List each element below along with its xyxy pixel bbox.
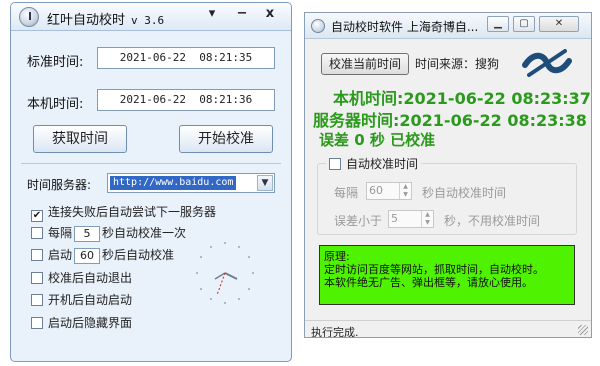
time-server-value: http://www.baidu.com (110, 176, 237, 190)
minimize-icon[interactable]: ▁ (487, 16, 509, 32)
minimize-icon[interactable]: − (231, 5, 253, 23)
interval-spinner[interactable]: 60 ▲ ▼ (366, 182, 412, 200)
principle-line: 定时访问百度等网站，抓取时间，自动校时。 (324, 263, 544, 276)
local-time-label: 本机时间: (27, 97, 84, 112)
option-interval-sync[interactable]: 每隔 5 秒自动校准一次 (31, 225, 186, 243)
analog-clock-icon (196, 242, 254, 304)
principle-line: 本软件绝无广告、弹出框等，请放心使用。 (324, 276, 533, 289)
left-app-window: 红叶自动校时 v 3.6 ▾ − x 标准时间: 2021-06-22 08:21… (10, 2, 292, 362)
sync-now-button[interactable]: 校准当前时间 (321, 53, 409, 75)
option-label: 秒自动校准一次 (102, 226, 187, 240)
threshold-prefix: 误差小于 (334, 214, 383, 228)
error-status-readout: 误差 0 秒 已校准 (319, 131, 436, 149)
standard-time-label: 标准时间: (27, 55, 84, 70)
right-title-bar[interactable]: 自动校时软件 上海奇博自... ▁ ▢ ✕ (305, 13, 591, 39)
spinner-arrows-icon[interactable]: ▲ ▼ (421, 211, 433, 227)
version-label: v 3.6 (131, 14, 165, 27)
status-bar: 执行完成. (305, 320, 591, 338)
checkbox[interactable] (31, 294, 43, 306)
maximize-icon[interactable]: ▢ (513, 16, 535, 32)
principle-info-box: 原理: 定时访问百度等网站，抓取时间，自动校时。 本软件绝无广告、弹出框等，请放… (319, 245, 575, 305)
checkbox[interactable] (31, 272, 43, 284)
threshold-spinner[interactable]: 5 ▲ ▼ (388, 210, 434, 228)
principle-line: 原理: (324, 250, 350, 263)
divider (21, 163, 281, 164)
option-label: 每隔 (48, 226, 73, 240)
close-icon[interactable]: x (259, 5, 281, 23)
spinner-arrows-icon[interactable]: ▲ ▼ (399, 183, 411, 199)
chevron-down-icon[interactable]: ▼ (257, 175, 273, 191)
interval-prefix: 每隔 (334, 186, 359, 200)
checkbox[interactable] (31, 317, 43, 329)
auto-sync-checkbox[interactable] (329, 158, 341, 170)
threshold-suffix: 秒，不用校准时间 (444, 214, 541, 228)
option-label: 启动 (48, 248, 73, 262)
auto-sync-label: 自动校准时间 (346, 157, 419, 171)
status-text: 执行完成. (311, 326, 359, 338)
time-source-label: 时间来源：搜狗 (415, 57, 500, 71)
interval-seconds-input[interactable]: 5 (74, 226, 101, 242)
get-time-button[interactable]: 获取时间 (33, 125, 127, 153)
local-time-field[interactable]: 2021-06-22 08:21:36 (97, 89, 275, 111)
start-sync-button[interactable]: 开始校准 (179, 125, 273, 153)
option-exit-after-sync[interactable]: 校准后自动退出 (31, 270, 132, 288)
brand-logo-icon (522, 49, 572, 77)
checkbox[interactable] (31, 249, 43, 261)
right-window-title: 自动校时软件 上海奇博自... (331, 20, 479, 34)
interval-suffix: 秒自动校准时间 (422, 186, 507, 200)
close-icon[interactable]: ✕ (539, 16, 579, 32)
option-label: 秒后自动校准 (102, 248, 175, 262)
auto-sync-checkbox-row[interactable]: 自动校准时间 (326, 155, 422, 172)
startup-seconds-input[interactable]: 60 (74, 248, 101, 264)
time-server-select[interactable]: http://www.baidu.com ▼ (107, 173, 275, 193)
menu-dropdown-icon[interactable]: ▾ (201, 5, 223, 23)
option-label: 启动后隐藏界面 (48, 316, 133, 330)
local-time-readout: 本机时间:2021-06-22 08:23:37 (333, 89, 591, 108)
option-try-next-server[interactable]: ✔ 连接失败后自动尝试下一服务器 (31, 204, 216, 222)
left-window-title: 红叶自动校时 v 3.6 (47, 9, 164, 28)
checkbox-checked[interactable]: ✔ (31, 210, 43, 222)
option-label: 校准后自动退出 (48, 271, 133, 285)
auto-sync-group: 自动校准时间 每隔 60 ▲ ▼ 秒自动校准时间 误差小于 5 ▲ ▼ 秒，不用校准时间 (317, 155, 577, 235)
left-title-bar[interactable]: 红叶自动校时 v 3.6 ▾ − x (11, 3, 291, 31)
option-hide-after-start[interactable]: 启动后隐藏界面 (31, 315, 132, 333)
time-server-label: 时间服务器: (27, 178, 92, 192)
left-window-title-text: 红叶自动校时 (47, 13, 126, 28)
app-icon (311, 19, 325, 33)
option-label: 连接失败后自动尝试下一服务器 (48, 205, 217, 219)
option-startup-delay[interactable]: 启动 60 秒后自动校准 (31, 247, 174, 265)
checkbox[interactable] (31, 227, 43, 239)
clock-app-icon (19, 7, 39, 27)
option-label: 开机后自动启动 (48, 293, 133, 307)
option-run-at-boot[interactable]: 开机后自动启动 (31, 292, 132, 310)
resize-grip-icon[interactable] (578, 325, 588, 335)
interval-value: 60 (369, 184, 383, 197)
threshold-value: 5 (391, 212, 398, 225)
right-app-window: 自动校时软件 上海奇博自... ▁ ▢ ✕ 校准当前时间 时间来源：搜狗 本机时… (304, 12, 592, 338)
standard-time-field[interactable]: 2021-06-22 08:21:35 (97, 47, 275, 69)
server-time-readout: 服务器时间:2021-06-22 08:23:38 (313, 111, 587, 130)
